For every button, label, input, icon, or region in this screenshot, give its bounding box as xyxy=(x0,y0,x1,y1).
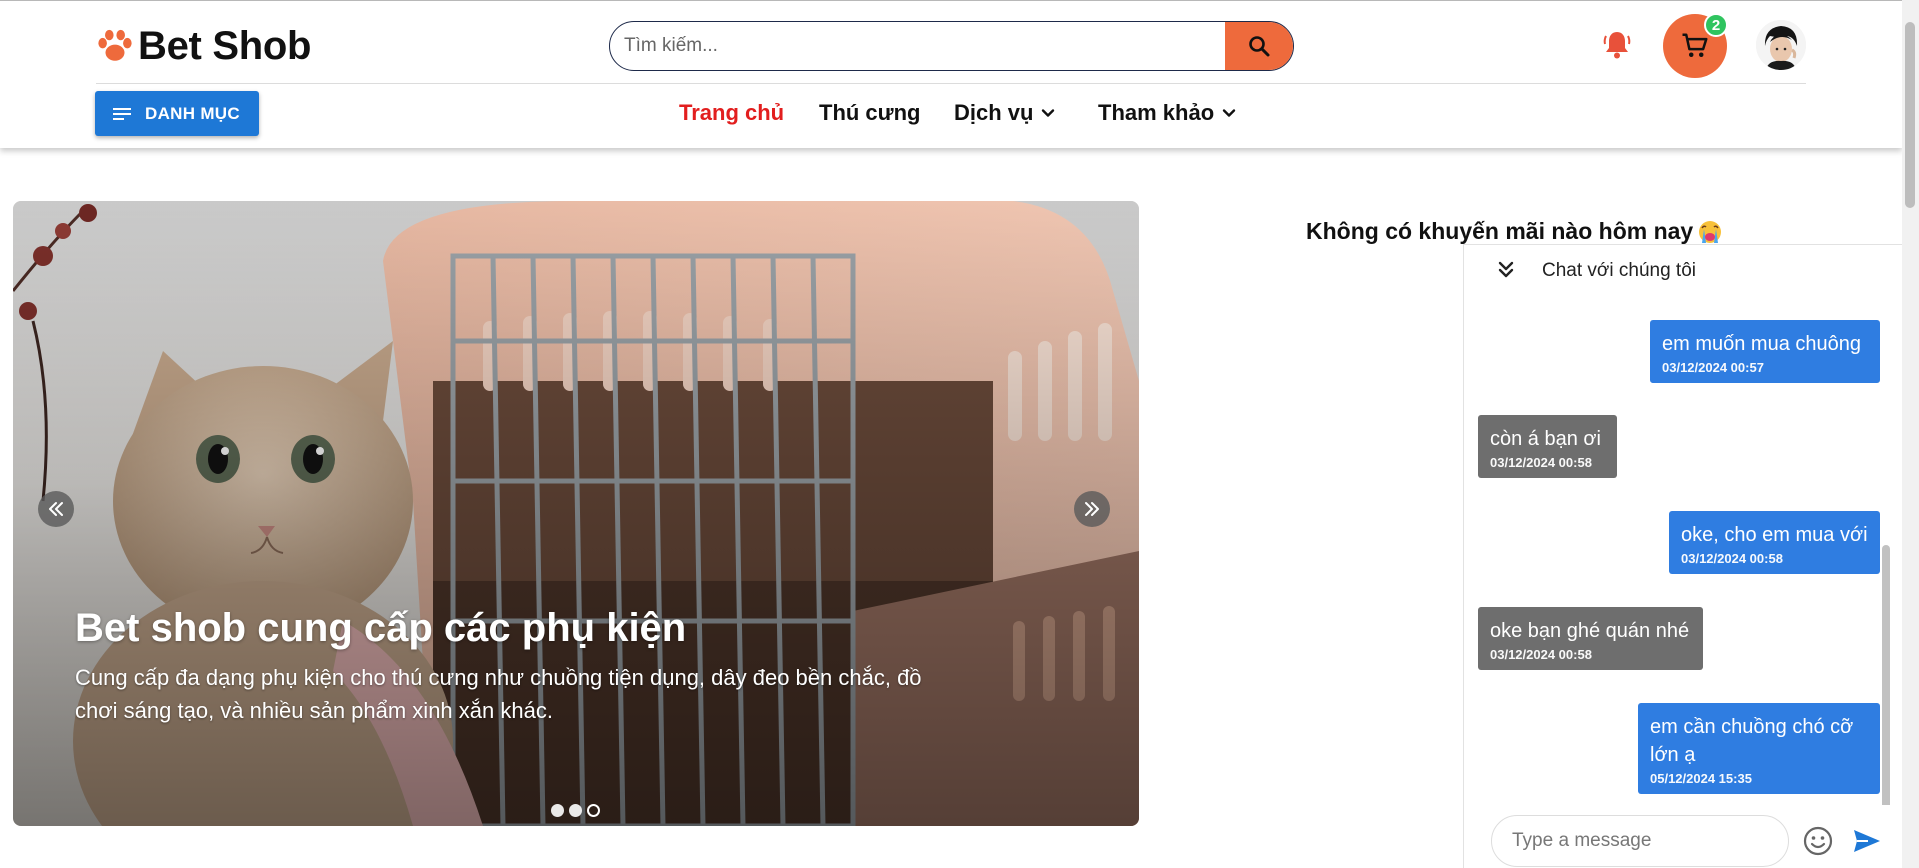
logo[interactable]: Bet Shob xyxy=(96,21,311,71)
promo-message: Không có khuyến mãi nào hôm nay xyxy=(1306,218,1723,245)
message-time: 03/12/2024 00:58 xyxy=(1681,551,1783,566)
hero-carousel: Bet shob cung cấp các phụ kiện Cung cấp … xyxy=(13,201,1139,826)
message-text: oke bạn ghé quán nhé xyxy=(1490,620,1690,642)
paw-icon xyxy=(98,29,132,61)
double-chevron-right-icon xyxy=(1085,502,1099,516)
user-avatar-icon xyxy=(1756,20,1806,70)
message-time: 03/12/2024 00:57 xyxy=(1662,360,1764,375)
message-bubble-sent: em muốn mua chuông 03/12/2024 00:57 xyxy=(1650,320,1880,383)
chat-header: Chat với chúng tôi xyxy=(1464,245,1902,295)
site-header: Bet Shob 2 xyxy=(0,0,1902,148)
chevron-down-icon xyxy=(1222,109,1236,117)
nav-services[interactable]: Dịch vụ xyxy=(954,97,1057,129)
chat-scrollbar[interactable] xyxy=(1882,545,1890,805)
carousel-description: Cung cấp đa dạng phụ kiện cho thú cưng n… xyxy=(75,665,922,723)
message-text: còn á bạn ơi xyxy=(1490,428,1601,450)
nav-label: Thú cưng xyxy=(819,100,921,125)
message-text: oke, cho em mua với xyxy=(1681,524,1868,546)
cart-count-badge: 2 xyxy=(1704,13,1728,37)
nav-pets[interactable]: Thú cưng xyxy=(819,97,920,129)
page: Bet Shob 2 xyxy=(0,0,1919,868)
avatar[interactable] xyxy=(1756,20,1806,70)
carousel-dot[interactable] xyxy=(551,804,564,817)
chat-title: Chat với chúng tôi xyxy=(1542,260,1696,281)
promo-text: Không có khuyến mãi nào hôm nay xyxy=(1306,218,1694,244)
message-bubble-received: oke bạn ghé quán nhé 03/12/2024 00:58 xyxy=(1478,607,1703,670)
chevron-down-icon xyxy=(1042,109,1055,117)
bell-icon[interactable] xyxy=(1602,28,1632,60)
menu-icon xyxy=(113,107,131,120)
double-chevron-down-icon[interactable] xyxy=(1494,258,1518,282)
smiley-icon[interactable] xyxy=(1802,825,1834,857)
carousel-next-button[interactable] xyxy=(1074,491,1110,527)
nav-label: Dịch vụ xyxy=(954,100,1034,125)
carousel-dot-active[interactable] xyxy=(587,804,600,817)
search-icon xyxy=(1249,36,1270,57)
message-bubble-sent: em cần chuồng chó cỡ lớn ạ 05/12/2024 15… xyxy=(1638,703,1880,794)
crying-face-icon xyxy=(1699,220,1722,243)
message-time: 03/12/2024 00:58 xyxy=(1490,455,1592,470)
category-menu-label: DANH MỤC xyxy=(145,103,240,123)
category-menu-button[interactable]: DANH MỤC xyxy=(95,91,259,136)
chat-message-input[interactable] xyxy=(1512,830,1788,852)
carousel-slide-image xyxy=(13,201,1139,826)
nav-label: Tham khảo xyxy=(1098,100,1215,125)
message-time: 05/12/2024 15:35 xyxy=(1650,771,1752,786)
message-text: em cần chuồng chó cỡ lớn ạ xyxy=(1650,716,1854,766)
nav-label: Trang chủ xyxy=(679,100,785,125)
search-button[interactable] xyxy=(1225,22,1293,70)
carousel-dot[interactable] xyxy=(569,804,582,817)
cart-icon xyxy=(1682,33,1708,57)
carousel-indicators xyxy=(551,804,600,817)
double-chevron-left-icon xyxy=(49,502,63,516)
search-input[interactable] xyxy=(610,22,1225,70)
nav-reference[interactable]: Tham khảo xyxy=(1098,97,1238,129)
page-scrollbar-thumb[interactable] xyxy=(1905,22,1915,208)
chat-messages[interactable]: em muốn mua chuông 03/12/2024 00:57 còn … xyxy=(1464,295,1902,805)
message-bubble-received: còn á bạn ơi 03/12/2024 00:58 xyxy=(1478,415,1617,478)
carousel-title: Bet shob cung cấp các phụ kiện xyxy=(75,606,687,650)
send-icon[interactable] xyxy=(1851,825,1883,857)
carousel-prev-button[interactable] xyxy=(38,491,74,527)
chat-input-wrapper xyxy=(1491,815,1789,867)
message-bubble-sent: oke, cho em mua với 03/12/2024 00:58 xyxy=(1669,511,1880,574)
brand-name: Bet Shob xyxy=(138,23,312,68)
header-divider xyxy=(96,83,1806,84)
message-time: 03/12/2024 00:58 xyxy=(1490,647,1592,662)
nav-home[interactable]: Trang chủ xyxy=(679,97,784,129)
search-bar xyxy=(609,21,1294,71)
chat-widget: Chat với chúng tôi em muốn mua chuông 03… xyxy=(1463,244,1902,868)
message-text: em muốn mua chuông xyxy=(1662,333,1862,355)
